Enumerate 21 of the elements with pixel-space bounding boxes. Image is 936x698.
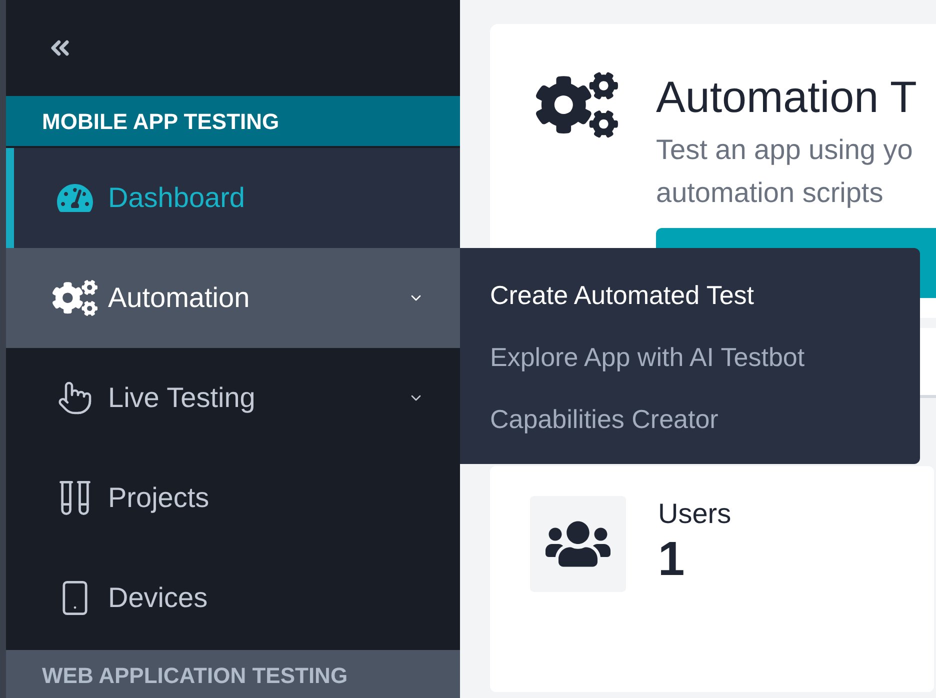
gauge-icon	[54, 182, 96, 214]
submenu-item[interactable]: Explore App with AI Testbot	[490, 326, 805, 388]
item-label: Live Testing	[108, 381, 256, 415]
sidebar-item[interactable]: Dashboard	[6, 148, 460, 248]
section-header: MOBILE APP TESTING	[6, 96, 460, 146]
card-title: Automation T	[656, 72, 918, 124]
gears-icon	[52, 280, 98, 316]
card-description: Test an app using yo	[656, 133, 914, 167]
item-label: Devices	[108, 581, 208, 615]
pointing-hand-icon	[57, 379, 93, 417]
stat-label: Users	[658, 497, 732, 531]
submenu-item[interactable]: Create Automated Test	[490, 264, 754, 326]
item-label: Projects	[108, 481, 210, 515]
submenu-item[interactable]: Capabilities Creator	[490, 388, 718, 450]
gears-icon	[536, 72, 618, 138]
section-header: WEB APPLICATION TESTING	[6, 650, 460, 698]
sidebar-item[interactable]: Automation	[6, 248, 460, 348]
card-description: automation scripts	[656, 176, 884, 210]
stat-value: 1	[658, 532, 686, 588]
item-label: Automation	[108, 281, 250, 315]
item-label: Dashboard	[108, 181, 245, 215]
